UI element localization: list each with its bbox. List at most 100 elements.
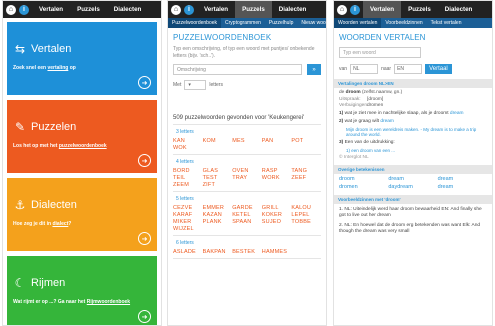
home-icon[interactable]: ⌂ (337, 4, 347, 15)
letter-filter: Met ▾ letters (173, 80, 321, 90)
word-item[interactable]: PAN (262, 138, 292, 144)
word-item[interactable]: SPAAN (232, 219, 262, 225)
tab-dialecten[interactable]: Dialecten (107, 1, 149, 18)
word-item[interactable]: KAN (173, 138, 203, 144)
word-item[interactable]: WOK (173, 145, 203, 151)
word-item[interactable]: KARAF (173, 212, 203, 218)
word-item[interactable]: ZEEM (173, 182, 203, 188)
arrow-right-icon[interactable]: ➜ (138, 76, 151, 89)
tab-vertalen[interactable]: Vertalen (32, 1, 70, 18)
section-header: Vertalingen droom NL>EN (334, 79, 492, 88)
word-item[interactable]: BESTEK (232, 249, 262, 255)
tab-puzzels[interactable]: Puzzels (70, 1, 107, 18)
info-icon[interactable]: i (184, 4, 194, 15)
word-input[interactable]: Typ een woord (339, 47, 421, 58)
group-heading[interactable]: 3 letters (176, 129, 321, 135)
tab-puzzels[interactable]: Puzzels (235, 1, 272, 18)
word-item[interactable]: TANG (291, 168, 321, 174)
word-item[interactable]: KAZAN (203, 212, 233, 218)
word-item[interactable]: BORD (173, 168, 203, 174)
puzzle-screen: ⌂ i Vertalen Puzzels Dialecten Puzzelwoo… (167, 0, 327, 326)
word-item[interactable]: TOBBE (291, 219, 321, 225)
word-item[interactable]: GRILL (262, 205, 292, 211)
intro-text: Typ een omschrijving, of typ een woord m… (173, 46, 315, 59)
subtab-nieuw-woord[interactable]: Nieuw woord (297, 18, 326, 28)
card-link[interactable]: dialect (52, 221, 68, 227)
word-item[interactable]: OVEN (232, 168, 262, 174)
subtab-cryptogrammen[interactable]: Cryptogrammen (221, 18, 265, 28)
subtab-puzzelwoordenboek[interactable]: Puzzelwoordenboek (168, 18, 222, 28)
word-item[interactable]: PLANK (203, 219, 233, 225)
results-summary: 509 puzzelwoorden gevonden voor 'Keukeng… (173, 115, 305, 121)
tab-dialecten[interactable]: Dialecten (272, 1, 314, 18)
word-item[interactable]: KOM (203, 138, 233, 144)
meaning-2: 2) wat je graag wilt dream (339, 119, 394, 124)
group-heading[interactable]: 6 letters (176, 240, 321, 246)
word-item[interactable]: ZIFT (203, 182, 233, 188)
search-input[interactable]: Omschrijving (173, 64, 302, 75)
arrow-right-icon[interactable]: ➜ (138, 154, 151, 167)
tab-vertalen[interactable]: Vertalen (197, 1, 235, 18)
subtab-woorden-vertalen[interactable]: Woorden vertalen (334, 18, 382, 28)
word-item[interactable]: HAMMES (262, 249, 292, 255)
word-item[interactable]: CEZVE (173, 205, 203, 211)
home-icon[interactable]: ⌂ (6, 4, 16, 15)
group-heading[interactable]: 4 letters (176, 159, 321, 165)
card-link[interactable]: Rijmwoordenboek (87, 299, 130, 305)
word-item[interactable]: ASLADE (173, 249, 203, 255)
word-item[interactable]: BAKPAN (203, 249, 233, 255)
page-title: PUZZELWOORDENBOEK (173, 33, 272, 42)
word-item[interactable]: RASP (262, 168, 292, 174)
word-item[interactable]: LEPEL (291, 212, 321, 218)
word-item[interactable]: TEST (203, 175, 233, 181)
word-grid: CEZVE EMMER GARDE GRILL KALOU KARAF KAZAN KETEL… (173, 205, 321, 232)
divider (173, 124, 321, 125)
word-item[interactable]: GARDE (232, 205, 262, 211)
word-item[interactable]: TEIL (173, 175, 203, 181)
word-item[interactable]: KALOU (291, 205, 321, 211)
meaning-3: 3) Een van de uitdrukking: (339, 140, 395, 145)
word-item[interactable]: MIKER (173, 219, 203, 225)
word-item[interactable]: ZEEF (291, 175, 321, 181)
word-item[interactable]: SUJEO (262, 219, 292, 225)
subtab-voorbeeldzinnen[interactable]: Voorbeeldzinnen (381, 18, 426, 28)
tab-vertalen[interactable]: Vertalen (363, 1, 402, 18)
word-item[interactable]: KETEL (232, 212, 262, 218)
home-icon[interactable]: ⌂ (171, 4, 181, 15)
related-row[interactable]: dromen daydream dream (339, 184, 487, 190)
subtab-tekst-vertalen[interactable]: Tekst vertalen (427, 18, 466, 28)
word-item[interactable]: WORK (262, 175, 292, 181)
group-heading[interactable]: 5 letters (176, 196, 321, 202)
card-dialecten[interactable]: ⚓ Dialecten Hoe zeg je dit in dialect? ➜ (7, 178, 157, 251)
info-icon[interactable]: i (350, 4, 360, 15)
word-item[interactable]: POT (291, 138, 321, 144)
word-item[interactable]: KOKER (262, 212, 292, 218)
word-item[interactable]: GLAS (203, 168, 233, 174)
card-title: Puzzelen (31, 121, 77, 133)
from-language-select[interactable]: NL (350, 64, 379, 74)
to-language-select[interactable]: EN (394, 64, 423, 74)
translate-button[interactable]: Vertaal (425, 64, 452, 74)
card-puzzelen[interactable]: ✎ Puzzelen Los het op met het puzzelwoord… (7, 100, 157, 173)
translate-subnav: Woorden vertalen Voorbeeldzinnen Tekst v… (334, 18, 492, 28)
card-vertalen[interactable]: ⇆ Vertalen Zoek snel een vertaling op ➜ (7, 22, 157, 95)
related-row[interactable]: droom dream dream (339, 176, 487, 182)
word-item[interactable]: MES (232, 138, 262, 144)
word-item[interactable]: TRAY (232, 175, 262, 181)
example-sentence: 2. NL: En hoewel dat de droom erg beteke… (339, 222, 481, 235)
tab-dialecten[interactable]: Dialecten (438, 1, 480, 18)
letter-count-select[interactable]: ▾ (184, 80, 207, 90)
card-title: Vertalen (31, 43, 72, 55)
arrow-right-icon[interactable]: ➜ (138, 310, 151, 323)
arrow-right-icon[interactable]: ➜ (138, 232, 151, 245)
card-link[interactable]: puzzelwoordenboek (59, 143, 107, 149)
word-item[interactable]: EMMER (203, 205, 233, 211)
search-button[interactable]: » (307, 64, 321, 75)
subtab-puzzelhulp[interactable]: Puzzelhulp (265, 18, 297, 28)
info-icon[interactable]: i (19, 4, 29, 15)
word-grid: ASLADE BAKPAN BESTEK HAMMES (173, 249, 321, 255)
word-item[interactable]: WIJZEL (173, 226, 203, 232)
tab-puzzels[interactable]: Puzzels (401, 1, 438, 18)
card-rijmen[interactable]: ☾ Rijmen Wat rijmt er op ...? Ga naar het… (7, 256, 157, 325)
card-link[interactable]: vertaling (47, 65, 68, 71)
